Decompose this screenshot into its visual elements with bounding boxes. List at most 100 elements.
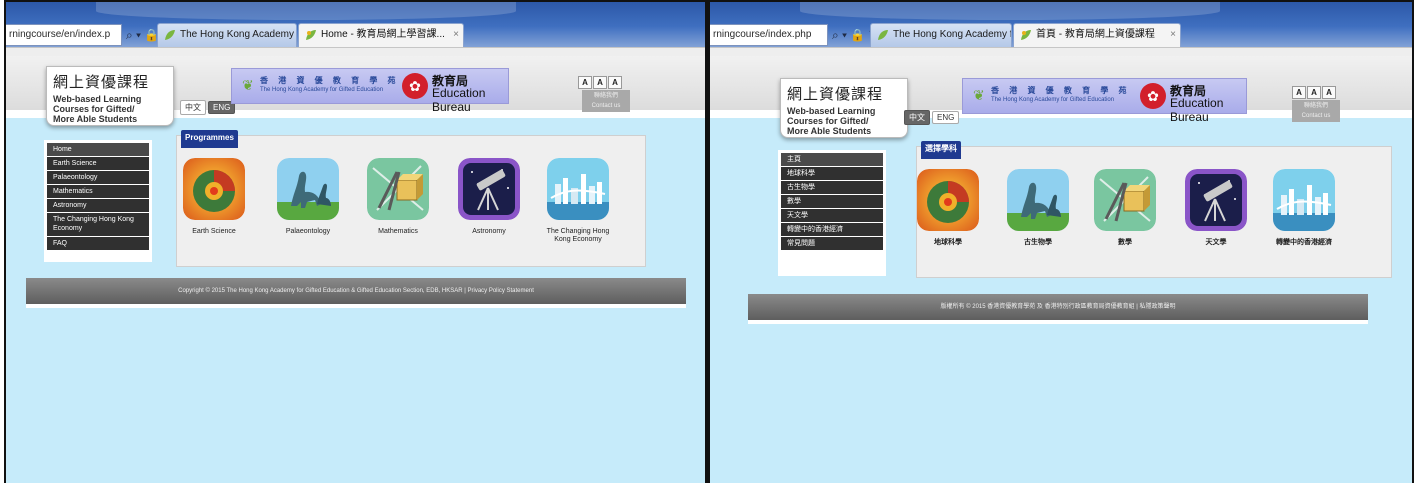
mathematics-icon[interactable] [367,158,429,220]
sidebar-item[interactable]: 古生物學 [781,181,883,194]
browser-tab-home[interactable]: 首頁 - 教育局網上資優課程 × [1013,23,1181,47]
logo-english-title: Web-based Learning Courses for Gifted/ M… [787,106,901,136]
contact-label-english: Contact us [1301,113,1331,119]
font-size-medium-button[interactable]: A [1307,86,1321,99]
programme-card[interactable]: 天文學 [1176,169,1256,247]
academy-logo-icon: ❦ [242,77,254,93]
browser-tab-academy[interactable]: The Hong Kong Academy for ... [157,23,297,47]
sidebar-item[interactable]: 地球科學 [781,167,883,180]
programme-card[interactable]: 數學 [1085,169,1165,247]
site-footer[interactable]: 版權所有 © 2015 香港資優教育學苑 及 香港特別行政區教育局資優教育組 |… [748,294,1368,320]
browser-tab-home[interactable]: Home - 教育局網上學習課... × [298,23,464,47]
contact-us-button[interactable]: 聯絡我們 Contact us [1292,100,1340,122]
academy-logo-icon: ❦ [973,87,985,103]
dinosaur-icon[interactable] [277,158,339,220]
contact-label-chinese: 聯絡我們 [593,93,618,99]
close-tab-icon[interactable]: × [453,24,459,46]
screenshot-panel-chinese: rningcourse/index.php ⌕ ▾ 🔒 ↻ The Hong K… [710,0,1414,483]
sidebar-item[interactable]: Home [47,143,149,156]
programme-label[interactable]: 天文學 [1176,239,1256,247]
sidebar-item[interactable]: Earth Science [47,157,149,170]
mathematics-icon[interactable] [1094,169,1156,231]
programme-label[interactable]: 數學 [1085,239,1165,247]
sidebar-item[interactable]: Palaeontology [47,171,149,184]
font-size-small-button[interactable]: A [1292,86,1306,99]
programme-card[interactable]: Palaeontology [268,158,348,236]
programme-label[interactable]: Palaeontology [268,228,348,236]
font-size-small-button[interactable]: A [578,76,592,89]
lang-chinese-button[interactable]: 中文 [180,100,206,115]
footer-divider [26,304,686,308]
leaf-favicon-icon [165,30,175,40]
programme-label[interactable]: 地球科學 [908,239,988,247]
earth-science-icon[interactable] [183,158,245,220]
sidebar-item[interactable]: FAQ [47,237,149,250]
title-bar-glare [800,2,1220,20]
programmes-heading: 選擇學科 [921,141,961,159]
programme-label[interactable]: 古生物學 [998,239,1078,247]
contact-us-button[interactable]: 聯絡我們 Contact us [582,90,630,112]
lang-english-button[interactable]: ENG [932,111,960,124]
logo-english-title: Web-based Learning Courses for Gifted/ M… [53,94,167,124]
programme-label[interactable]: Astronomy [449,228,529,236]
programme-card[interactable]: Astronomy [449,158,529,236]
tab-label: 首頁 - 教育局網上資優課程 [1036,29,1155,40]
lang-chinese-button[interactable]: 中文 [904,110,930,125]
programme-label[interactable]: Mathematics [358,228,438,236]
earth-science-icon[interactable] [917,169,979,231]
telescope-icon[interactable] [1185,169,1247,231]
font-size-large-button[interactable]: A [608,76,622,89]
sidebar-item[interactable]: Mathematics [47,185,149,198]
site-logo[interactable]: 網上資優課程 Web-based Learning Courses for Gi… [780,78,908,138]
programmes-heading: Programmes [181,130,238,148]
programme-card[interactable]: Earth Science [174,158,254,236]
browser-tab-academy[interactable]: The Hong Kong Academy for ... [870,23,1012,47]
programme-card[interactable]: 轉變中的香港經濟 [1264,169,1344,247]
sidebar-item[interactable]: 數學 [781,195,883,208]
title-bar-glare [96,2,516,20]
language-switcher: 中文 ENG [904,110,961,125]
sidebar-item[interactable]: Astronomy [47,199,149,212]
font-size-medium-button[interactable]: A [593,76,607,89]
dinosaur-icon[interactable] [1007,169,1069,231]
sidebar-item[interactable]: 常見問題 [781,237,883,250]
font-size-large-button[interactable]: A [1322,86,1336,99]
logo-line: Web-based Learning [53,94,142,104]
telescope-icon[interactable] [458,158,520,220]
browser-chrome: rningcourse/en/index.p ⌕ ▾ 🔒 ↻ The Hong … [6,2,705,56]
language-switcher: 中文 ENG [180,100,237,115]
programme-label[interactable]: 轉變中的香港經濟 [1264,239,1344,247]
sidebar-item[interactable]: The Changing Hong Kong Economy [47,213,149,236]
sidebar-item[interactable]: 轉變中的香港經濟 [781,223,883,236]
leaf-favicon-icon [878,30,888,40]
programme-card[interactable]: 古生物學 [998,169,1078,247]
font-size-controls: AAA [1292,82,1337,100]
sidebar-menu: 主頁 地球科學 古生物學 數學 天文學 轉變中的香港經濟 常見問題 [778,150,886,276]
sidebar-item[interactable]: 主頁 [781,153,883,166]
academy-name-english: The Hong Kong Academy for Gifted Educati… [991,97,1115,103]
programme-label[interactable]: Earth Science [174,228,254,236]
font-size-controls: AAA [578,72,623,90]
skyline-icon[interactable] [1273,169,1335,231]
site-logo[interactable]: 網上資優課程 Web-based Learning Courses for Gi… [46,66,174,126]
screenshot-panel-english: rningcourse/en/index.p ⌕ ▾ 🔒 ↻ The Hong … [4,0,707,483]
site-footer[interactable]: Copyright © 2015 The Hong Kong Academy f… [26,278,686,304]
logo-chinese-title: 網上資優課程 [53,73,150,91]
leaf-favicon-icon [1021,30,1031,40]
programme-card[interactable]: The Changing Hong Kong Economy [538,158,618,244]
address-bar[interactable]: rningcourse/en/index.p [6,24,122,46]
sidebar-item[interactable]: 天文學 [781,209,883,222]
contact-label-chinese: 聯絡我們 [1303,103,1328,109]
logo-line: Courses for Gifted/ [53,104,135,114]
programme-card[interactable]: Mathematics [358,158,438,236]
logo-line: More Able Students [787,126,872,136]
skyline-icon[interactable] [547,158,609,220]
logo-line: More Able Students [53,114,138,124]
partner-banner: ❦ 香 港 資 優 教 育 學 苑 The Hong Kong Academy … [962,78,1247,124]
edb-name-english: Education Bureau [432,86,486,114]
programme-label[interactable]: The Changing Hong Kong Economy [538,228,618,244]
close-tab-icon[interactable]: × [1170,24,1176,46]
programme-card[interactable]: 地球科學 [908,169,988,247]
address-bar[interactable]: rningcourse/index.php [710,24,828,46]
hksar-emblem-icon: ✿ [1140,83,1166,109]
